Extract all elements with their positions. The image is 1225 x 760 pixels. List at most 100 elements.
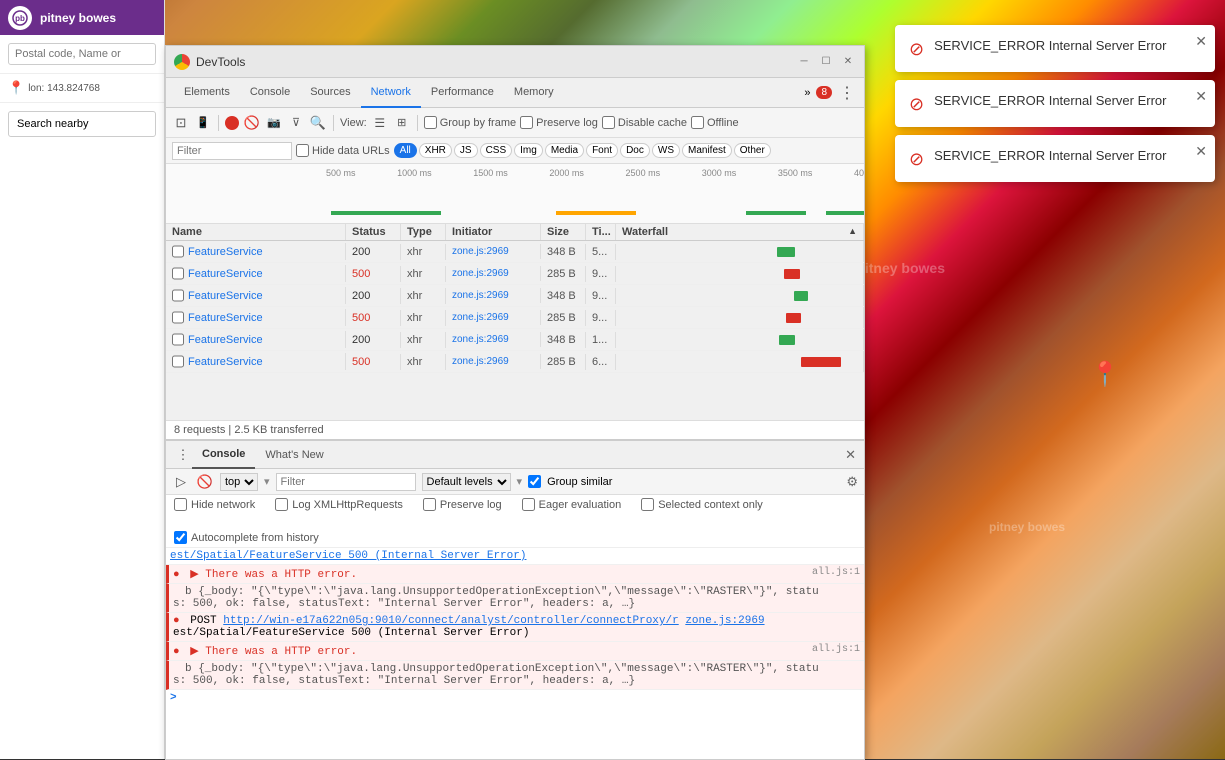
timeline-bar-3 <box>746 211 806 215</box>
camera-button[interactable]: 📷 <box>265 114 283 132</box>
tab-memory[interactable]: Memory <box>504 78 564 108</box>
filter-other[interactable]: Other <box>734 143 771 158</box>
console-settings-button[interactable]: ⚙ <box>846 474 858 490</box>
view-label: View: <box>340 117 367 129</box>
group-similar-checkbox[interactable] <box>528 475 541 488</box>
selected-context-checkbox[interactable] <box>641 498 654 511</box>
preserve-log-console-checkbox[interactable] <box>423 498 436 511</box>
console-cursor[interactable]: > <box>166 690 864 706</box>
timeline-labels: 500 ms 1000 ms 1500 ms 2000 ms 2500 ms 3… <box>326 168 864 178</box>
console-ban-button[interactable]: 🚫 <box>196 473 214 491</box>
eager-eval-checkbox[interactable] <box>522 498 535 511</box>
log-level-select[interactable]: Default levels <box>422 473 511 491</box>
map-coordinates: lon: 143.824768 <box>28 83 100 94</box>
preserve-log-checkbox[interactable] <box>520 116 533 129</box>
sidebar-title: pitney bowes <box>40 11 116 25</box>
filter-button[interactable]: ⊽ <box>287 114 305 132</box>
offline-label: Offline <box>707 117 739 129</box>
table-row[interactable]: FeatureService 500 xhr zone.js:2969 285 … <box>166 351 864 373</box>
console-checkboxes: Hide network Log XMLHttpRequests Preserv… <box>166 495 864 548</box>
hide-network-checkbox[interactable] <box>174 498 187 511</box>
preserve-log-group: Preserve log <box>520 116 598 129</box>
devtools-menu-button[interactable]: ⋮ <box>838 84 856 102</box>
sidebar: pb pitney bowes 📍 lon: 143.824768 Search… <box>0 0 165 759</box>
selected-context-group: Selected context only <box>641 498 763 511</box>
device-icon[interactable]: 📱 <box>194 114 212 132</box>
autocomplete-checkbox[interactable] <box>174 531 187 544</box>
search-button[interactable]: 🔍 <box>309 114 327 132</box>
filter-xhr[interactable]: XHR <box>419 143 452 158</box>
group-by-frame-checkbox[interactable] <box>424 116 437 129</box>
filter-img[interactable]: Img <box>514 143 543 158</box>
post-link[interactable]: http://win-e17a622n05g:9010/connect/anal… <box>223 615 678 627</box>
table-row[interactable]: FeatureService 500 xhr zone.js:2969 285 … <box>166 307 864 329</box>
notif-close-button-3[interactable]: ✕ <box>1195 143 1207 160</box>
console-execute-button[interactable]: ▷ <box>172 473 190 491</box>
filter-media[interactable]: Media <box>545 143 584 158</box>
waterfall-view-button[interactable]: ⊞ <box>393 114 411 132</box>
tab-console-panel[interactable]: Console <box>192 441 255 469</box>
error-source-1[interactable]: all.js:1 <box>812 567 860 578</box>
tab-elements[interactable]: Elements <box>174 78 240 108</box>
maximize-button[interactable]: ☐ <box>818 54 834 70</box>
zone-link[interactable]: zone.js:2969 <box>685 615 764 627</box>
location-icon: 📍 <box>8 80 24 96</box>
filter-css[interactable]: CSS <box>480 143 513 158</box>
notification-card-1: ⊘ SERVICE_ERROR Internal Server Error ✕ <box>895 25 1215 72</box>
preserve-log-console-label: Preserve log <box>440 499 502 511</box>
tab-sources[interactable]: Sources <box>300 78 360 108</box>
tab-whats-new[interactable]: What's New <box>255 441 333 469</box>
table-row[interactable]: FeatureService 200 xhr zone.js:2969 348 … <box>166 241 864 263</box>
table-row[interactable]: FeatureService 200 xhr zone.js:2969 348 … <box>166 285 864 307</box>
filter-js[interactable]: JS <box>454 143 478 158</box>
error-link-1[interactable]: est/Spatial/FeatureService 500 (Internal… <box>170 550 526 562</box>
filter-doc[interactable]: Doc <box>620 143 650 158</box>
console-menu-button[interactable]: ⋮ <box>174 446 192 464</box>
pb-watermark-1: pitney bowes <box>856 260 945 276</box>
log-xml-group: Log XMLHttpRequests <box>275 498 403 511</box>
tab-console[interactable]: Console <box>240 78 300 108</box>
col-header-type: Type <box>401 224 446 240</box>
filter-all[interactable]: All <box>394 143 417 158</box>
filter-font[interactable]: Font <box>586 143 618 158</box>
dt-more: » 8 ⋮ <box>804 84 856 102</box>
record-button[interactable] <box>225 116 239 130</box>
clear-button[interactable]: 🚫 <box>243 114 261 132</box>
table-row[interactable]: FeatureService 500 xhr zone.js:2969 285 … <box>166 263 864 285</box>
waterfall-bar-error <box>784 269 800 279</box>
table-row[interactable]: FeatureService 200 xhr zone.js:2969 348 … <box>166 329 864 351</box>
notif-close-button-1[interactable]: ✕ <box>1195 33 1207 50</box>
disable-cache-checkbox[interactable] <box>602 116 615 129</box>
filter-ws[interactable]: WS <box>652 143 680 158</box>
toolbar-separator-2 <box>333 115 334 131</box>
more-tabs-icon[interactable]: » <box>804 87 810 99</box>
selected-context-label: Selected context only <box>658 499 763 511</box>
col-header-status: Status <box>346 224 401 240</box>
filter-manifest[interactable]: Manifest <box>682 143 732 158</box>
console-close-button[interactable]: ✕ <box>845 447 856 463</box>
search-input[interactable] <box>8 43 156 65</box>
tab-performance[interactable]: Performance <box>421 78 504 108</box>
group-similar-label: Group similar <box>547 476 612 488</box>
console-context-select[interactable]: top <box>220 473 258 491</box>
filter-input[interactable] <box>172 142 292 160</box>
map-pin[interactable]: 📍 <box>1090 360 1120 389</box>
hide-data-urls-checkbox[interactable] <box>296 144 309 157</box>
console-filter-input[interactable] <box>276 473 416 491</box>
error-source-2[interactable]: all.js:1 <box>812 644 860 655</box>
offline-checkbox[interactable] <box>691 116 704 129</box>
devtools-titlebar: DevTools ─ ☐ ✕ <box>166 46 864 78</box>
log-xmlhttp-checkbox[interactable] <box>275 498 288 511</box>
list-view-button[interactable]: ☰ <box>371 114 389 132</box>
notif-error-icon-3: ⊘ <box>909 149 924 170</box>
location-row: 📍 lon: 143.824768 <box>0 74 164 103</box>
inspect-icon[interactable]: ⊡ <box>172 114 190 132</box>
network-status-bar: 8 requests | 2.5 KB transferred <box>166 420 864 439</box>
col-header-size: Size <box>541 224 586 240</box>
search-nearby-button[interactable]: Search nearby <box>8 111 156 137</box>
tab-network[interactable]: Network <box>361 78 421 108</box>
minimize-button[interactable]: ─ <box>796 54 812 70</box>
console-section: ⋮ Console What's New ✕ ▷ 🚫 top ▾ Default… <box>166 439 864 759</box>
close-button[interactable]: ✕ <box>840 54 856 70</box>
notif-close-button-2[interactable]: ✕ <box>1195 88 1207 105</box>
